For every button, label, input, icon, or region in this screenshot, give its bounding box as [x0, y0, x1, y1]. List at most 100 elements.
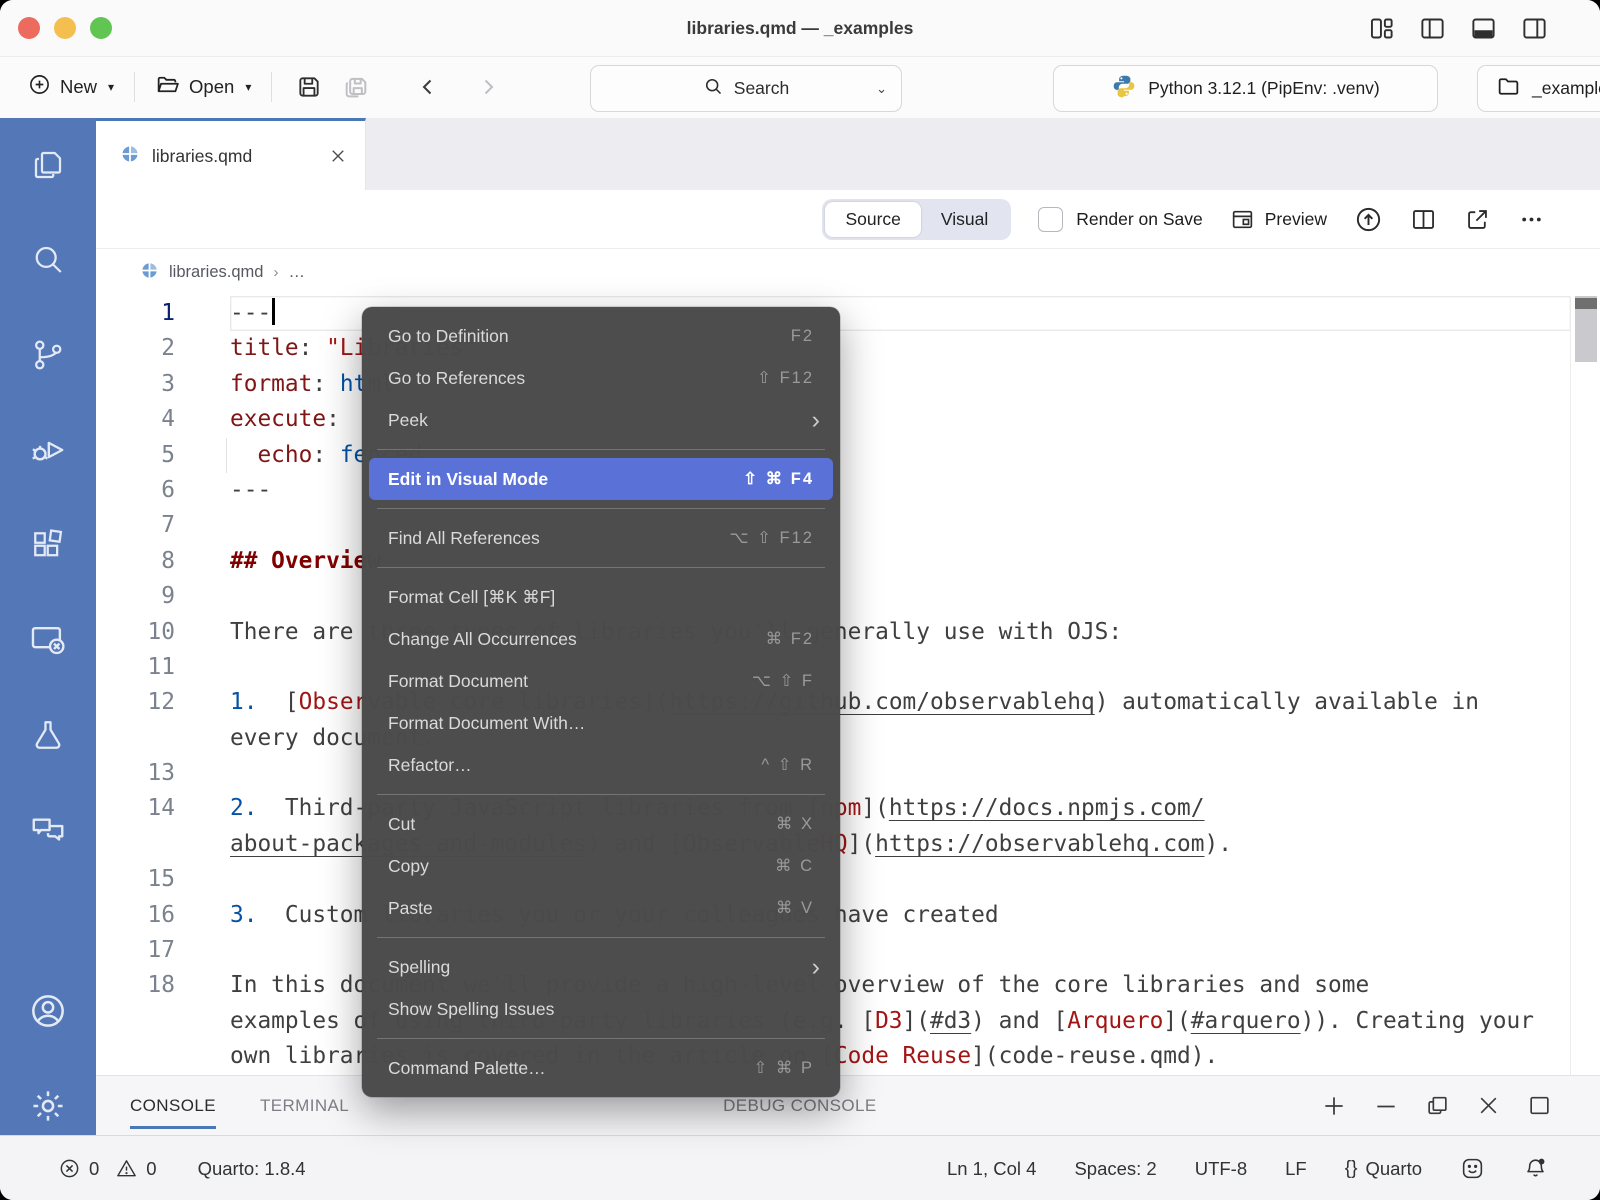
menu-item[interactable]: Paste⌘ V	[362, 887, 840, 929]
menu-item[interactable]: Change All Occurrences⌘ F2	[362, 618, 840, 660]
cursor-position[interactable]: Ln 1, Col 4	[947, 1158, 1036, 1180]
extensions-icon[interactable]	[23, 520, 73, 570]
code-line[interactable]: examples of using third-party libraries …	[96, 1004, 1600, 1039]
preview-button[interactable]: Preview	[1230, 207, 1327, 232]
code-line[interactable]: 8## Overview	[96, 544, 1600, 579]
breadcrumb-file[interactable]: libraries.qmd	[169, 263, 263, 282]
menu-item[interactable]: Go to References⇧ F12	[362, 357, 840, 399]
code-editor[interactable]: 1---2title: "Libraries"3format: html4exe…	[96, 296, 1600, 1075]
feedback-smiley-icon[interactable]	[1460, 1156, 1485, 1181]
menu-item[interactable]: Peek›	[362, 399, 840, 441]
menu-separator	[377, 1038, 825, 1039]
restore-panel-icon[interactable]	[1425, 1093, 1450, 1118]
code-line[interactable]: 5 echo: fenced	[96, 438, 1600, 473]
code-line[interactable]: 9	[96, 579, 1600, 614]
code-line[interactable]: 10There are three types of libraries you…	[96, 615, 1600, 650]
language-label: Quarto	[1365, 1158, 1422, 1180]
close-tab-icon[interactable]	[329, 147, 347, 165]
code-line[interactable]: 142. Third-party JavaScript libraries fr…	[96, 791, 1600, 826]
menu-item[interactable]: Copy⌘ C	[362, 845, 840, 887]
forward-button[interactable]	[466, 75, 510, 99]
code-line[interactable]: 18In this document we'll provide a high-…	[96, 968, 1600, 1003]
code-line[interactable]: about-packages-and-modules) and [Observa…	[96, 827, 1600, 862]
source-control-icon[interactable]	[23, 330, 73, 380]
close-panel-icon[interactable]	[1476, 1093, 1501, 1118]
minimize-panel-icon[interactable]	[1373, 1093, 1399, 1119]
titlebar: libraries.qmd — _examples	[0, 0, 1600, 57]
account-icon[interactable]	[23, 986, 73, 1036]
app-window: libraries.qmd — _examples New ▾ Open ▾	[0, 0, 1600, 1200]
menu-item[interactable]: Edit in Visual Mode⇧ ⌘ F4	[369, 458, 833, 500]
sessions-icon[interactable]	[23, 615, 73, 665]
line-number: 11	[96, 650, 230, 685]
code-line[interactable]: 121. [Observable core libraries](https:/…	[96, 685, 1600, 720]
more-actions-icon[interactable]	[1518, 206, 1545, 233]
save-button[interactable]	[286, 74, 332, 100]
code-line[interactable]: 17	[96, 933, 1600, 968]
code-line[interactable]: own libraries is covered in the article …	[96, 1039, 1600, 1074]
panel-tab-terminal[interactable]: TERMINAL	[260, 1076, 349, 1135]
folder-icon	[1496, 74, 1521, 104]
render-icon[interactable]	[1354, 205, 1383, 234]
problems-indicator[interactable]: 0 0	[58, 1157, 157, 1180]
notifications-bell-icon[interactable]	[1523, 1156, 1548, 1181]
customize-layout-icon[interactable]	[1368, 15, 1395, 42]
breadcrumb-more[interactable]: …	[288, 263, 305, 282]
menu-item[interactable]: Refactor…^ ⇧ R	[362, 744, 840, 786]
tab-libraries-qmd[interactable]: libraries.qmd	[96, 118, 366, 191]
testing-icon[interactable]	[23, 710, 73, 760]
back-button[interactable]	[406, 75, 450, 99]
editor-action-bar: Source Visual Render on Save Preview	[96, 190, 1600, 249]
language-mode[interactable]: {} Quarto	[1345, 1158, 1422, 1180]
toggle-primary-sidebar-icon[interactable]	[1419, 15, 1446, 42]
explorer-icon[interactable]	[23, 140, 73, 190]
menu-item[interactable]: Format Cell [⌘K ⌘F]	[362, 576, 840, 618]
toggle-panel-icon[interactable]	[1470, 15, 1497, 42]
search-sidebar-icon[interactable]	[23, 235, 73, 285]
new-button[interactable]: New ▾	[22, 73, 120, 101]
interpreter-selector[interactable]: Python 3.12.1 (PipEnv: .venv)	[1053, 65, 1438, 112]
search-input[interactable]: Search ⌄	[590, 65, 902, 112]
toggle-secondary-sidebar-icon[interactable]	[1521, 15, 1548, 42]
menu-item[interactable]: Format Document⌥ ⇧ F	[362, 660, 840, 702]
open-external-icon[interactable]	[1464, 206, 1491, 233]
menu-item[interactable]: Show Spelling Issues	[362, 988, 840, 1030]
menu-item[interactable]: Format Document With…	[362, 702, 840, 744]
preview-icon	[1230, 207, 1255, 232]
run-debug-icon[interactable]	[23, 425, 73, 475]
eol[interactable]: LF	[1285, 1158, 1307, 1180]
panel-layout-icon[interactable]	[1527, 1093, 1552, 1118]
code-line[interactable]: 13	[96, 756, 1600, 791]
comments-icon[interactable]	[23, 805, 73, 855]
save-all-button[interactable]	[332, 73, 380, 101]
open-button[interactable]: Open ▾	[149, 72, 257, 102]
encoding[interactable]: UTF-8	[1195, 1158, 1247, 1180]
code-line[interactable]: 163. Custom libraries you or your collea…	[96, 898, 1600, 933]
panel-tab-console[interactable]: CONSOLE	[130, 1076, 216, 1135]
new-session-icon[interactable]	[1321, 1093, 1347, 1119]
code-line[interactable]: every document.	[96, 721, 1600, 756]
settings-gear-icon[interactable]	[23, 1081, 73, 1131]
code-line[interactable]: 2title: "Libraries"	[96, 331, 1600, 366]
code-line[interactable]: 4execute:	[96, 402, 1600, 437]
workspace-button[interactable]: _examples	[1477, 65, 1600, 112]
code-line[interactable]: 6---	[96, 473, 1600, 508]
menu-item[interactable]: Command Palette…⇧ ⌘ P	[362, 1047, 840, 1089]
quarto-version[interactable]: Quarto: 1.8.4	[198, 1158, 306, 1180]
visual-mode-button[interactable]: Visual	[921, 202, 1008, 237]
render-on-save-checkbox[interactable]	[1038, 207, 1063, 232]
menu-item[interactable]: Spelling›	[362, 946, 840, 988]
chevron-down-icon[interactable]: ⌄	[876, 81, 887, 97]
menu-item[interactable]: Find All References⌥ ⇧ F12	[362, 517, 840, 559]
code-line[interactable]: 1---	[96, 296, 1600, 331]
menu-item[interactable]: Cut⌘ X	[362, 803, 840, 845]
menu-item[interactable]: Go to DefinitionF2	[362, 315, 840, 357]
code-line[interactable]: 15	[96, 862, 1600, 897]
code-line[interactable]: 11	[96, 650, 1600, 685]
editor-scrollbar[interactable]	[1570, 296, 1600, 1075]
source-mode-button[interactable]: Source	[825, 202, 920, 237]
code-line[interactable]: 3format: html	[96, 367, 1600, 402]
split-editor-icon[interactable]	[1410, 206, 1437, 233]
indentation[interactable]: Spaces: 2	[1074, 1158, 1156, 1180]
code-line[interactable]: 7	[96, 508, 1600, 543]
